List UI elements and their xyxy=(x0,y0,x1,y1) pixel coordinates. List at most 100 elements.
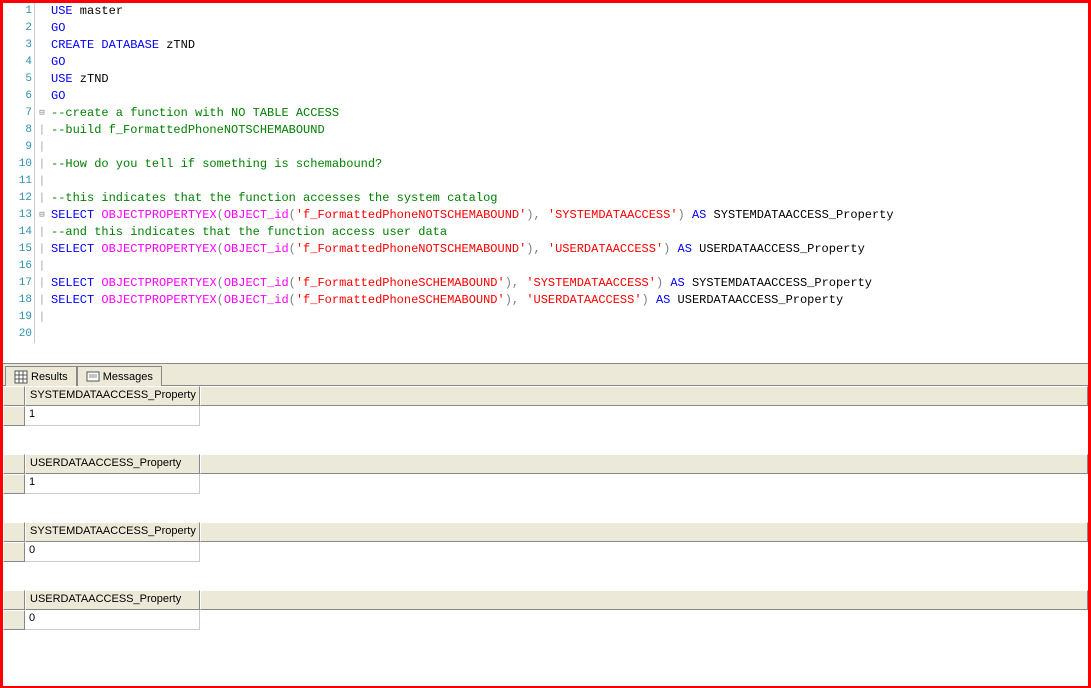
row-header[interactable] xyxy=(3,474,25,494)
code-line[interactable]: 13⊟SELECT OBJECTPROPERTYEX(OBJECT_id('f_… xyxy=(3,207,1088,224)
code-text[interactable] xyxy=(49,173,51,190)
code-line[interactable]: 12│--this indicates that the function ac… xyxy=(3,190,1088,207)
fold-indicator: │ xyxy=(35,156,49,173)
code-line[interactable]: 2 GO xyxy=(3,20,1088,37)
code-line[interactable]: 20 xyxy=(3,326,1088,343)
grid-header-fill xyxy=(200,590,1088,610)
code-line[interactable]: 4GO xyxy=(3,54,1088,71)
row-header[interactable] xyxy=(3,406,25,426)
grid-header-row: USERDATAACCESS_Property xyxy=(3,454,1088,474)
code-text[interactable] xyxy=(49,258,51,275)
code-text[interactable] xyxy=(49,309,51,326)
fold-indicator xyxy=(35,88,49,105)
code-text[interactable]: USE master xyxy=(49,3,123,20)
code-text[interactable]: SELECT OBJECTPROPERTYEX(OBJECT_id('f_For… xyxy=(49,241,865,258)
grid-cell[interactable]: 1 xyxy=(25,474,200,494)
row-header[interactable] xyxy=(3,542,25,562)
code-text[interactable]: --How do you tell if something is schema… xyxy=(49,156,382,173)
messages-icon xyxy=(86,370,100,384)
row-header[interactable] xyxy=(3,610,25,630)
code-line[interactable]: 15│SELECT OBJECTPROPERTYEX(OBJECT_id('f_… xyxy=(3,241,1088,258)
code-text[interactable]: CREATE DATABASE zTND xyxy=(49,37,195,54)
fold-indicator: │ xyxy=(35,292,49,309)
code-text[interactable] xyxy=(49,326,51,343)
table-row[interactable]: 1 xyxy=(3,474,1088,494)
grid-cell[interactable]: 0 xyxy=(25,610,200,630)
column-header[interactable]: USERDATAACCESS_Property xyxy=(25,454,200,474)
fold-indicator xyxy=(35,54,49,71)
line-number: 12 xyxy=(3,190,35,207)
code-line[interactable]: 7⊟--create a function with NO TABLE ACCE… xyxy=(3,105,1088,122)
code-text[interactable]: SELECT OBJECTPROPERTYEX(OBJECT_id('f_For… xyxy=(49,207,894,224)
fold-indicator: │ xyxy=(35,258,49,275)
code-line[interactable]: 19│ xyxy=(3,309,1088,326)
tab-results[interactable]: Results xyxy=(5,366,77,386)
code-line[interactable]: 3 CREATE DATABASE zTND xyxy=(3,37,1088,54)
line-number: 1 xyxy=(3,3,35,20)
code-line[interactable]: 10│--How do you tell if something is sch… xyxy=(3,156,1088,173)
code-line[interactable]: 1 USE master xyxy=(3,3,1088,20)
sql-editor[interactable]: 1 USE master 2 GO 3 CREATE DATABASE zTND4GO5U… xyxy=(3,3,1088,363)
tab-messages-label: Messages xyxy=(103,371,153,383)
code-text[interactable]: --this indicates that the function acces… xyxy=(49,190,497,207)
code-line[interactable]: 18│SELECT OBJECTPROPERTYEX(OBJECT_id('f_… xyxy=(3,292,1088,309)
code-line[interactable]: 8│--build f_FormattedPhoneNOTSCHEMABOUND xyxy=(3,122,1088,139)
line-number: 18 xyxy=(3,292,35,309)
code-text[interactable]: SELECT OBJECTPROPERTYEX(OBJECT_id('f_For… xyxy=(49,292,843,309)
code-line[interactable]: 16│ xyxy=(3,258,1088,275)
line-number: 9 xyxy=(3,139,35,156)
fold-indicator: │ xyxy=(35,173,49,190)
table-row[interactable]: 0 xyxy=(3,542,1088,562)
grid-cell[interactable]: 1 xyxy=(25,406,200,426)
code-text[interactable] xyxy=(49,139,51,156)
code-text[interactable]: --build f_FormattedPhoneNOTSCHEMABOUND xyxy=(49,122,325,139)
code-line[interactable]: 9│ xyxy=(3,139,1088,156)
fold-indicator xyxy=(35,71,49,88)
tab-messages[interactable]: Messages xyxy=(77,366,162,386)
code-text[interactable]: USE zTND xyxy=(49,71,109,88)
fold-indicator: │ xyxy=(35,275,49,292)
fold-indicator[interactable]: ⊟ xyxy=(35,105,49,122)
results-pane: Results Messages SYSTEMDATAACCESS_Proper… xyxy=(3,363,1088,686)
grid-header-row: SYSTEMDATAACCESS_Property xyxy=(3,386,1088,406)
results-tabs: Results Messages xyxy=(3,364,1088,386)
code-line[interactable]: 6 GO xyxy=(3,88,1088,105)
column-header[interactable]: SYSTEMDATAACCESS_Property xyxy=(25,522,200,542)
column-header[interactable]: USERDATAACCESS_Property xyxy=(25,590,200,610)
code-line[interactable]: 17│SELECT OBJECTPROPERTYEX(OBJECT_id('f_… xyxy=(3,275,1088,292)
code-text[interactable]: SELECT OBJECTPROPERTYEX(OBJECT_id('f_For… xyxy=(49,275,872,292)
grid-corner[interactable] xyxy=(3,522,25,542)
code-line[interactable]: 5USE zTND xyxy=(3,71,1088,88)
grid-corner[interactable] xyxy=(3,590,25,610)
grid-cell[interactable]: 0 xyxy=(25,542,200,562)
grid-corner[interactable] xyxy=(3,386,25,406)
fold-indicator: │ xyxy=(35,309,49,326)
code-line[interactable]: 14│--and this indicates that the functio… xyxy=(3,224,1088,241)
line-number: 2 xyxy=(3,20,35,37)
line-number: 3 xyxy=(3,37,35,54)
line-number: 8 xyxy=(3,122,35,139)
line-number: 13 xyxy=(3,207,35,224)
code-text[interactable]: --and this indicates that the function a… xyxy=(49,224,447,241)
line-number: 20 xyxy=(3,326,35,343)
results-grids: SYSTEMDATAACCESS_Property1USERDATAACCESS… xyxy=(3,386,1088,686)
table-row[interactable]: 1 xyxy=(3,406,1088,426)
fold-indicator: │ xyxy=(35,122,49,139)
grid-header-fill xyxy=(200,386,1088,406)
table-row[interactable]: 0 xyxy=(3,610,1088,630)
code-line[interactable]: 11│ xyxy=(3,173,1088,190)
fold-indicator[interactable]: ⊟ xyxy=(35,207,49,224)
fold-indicator xyxy=(35,20,49,37)
fold-indicator xyxy=(35,3,49,20)
code-text[interactable]: --create a function with NO TABLE ACCESS xyxy=(49,105,339,122)
result-grid: USERDATAACCESS_Property1 xyxy=(3,454,1088,494)
code-text[interactable]: GO xyxy=(49,54,65,71)
line-number: 6 xyxy=(3,88,35,105)
column-header[interactable]: SYSTEMDATAACCESS_Property xyxy=(25,386,200,406)
code-text[interactable]: GO xyxy=(49,88,65,105)
grid-header-fill xyxy=(200,454,1088,474)
code-text[interactable]: GO xyxy=(49,20,65,37)
result-grid: SYSTEMDATAACCESS_Property1 xyxy=(3,386,1088,426)
fold-indicator: │ xyxy=(35,241,49,258)
grid-corner[interactable] xyxy=(3,454,25,474)
